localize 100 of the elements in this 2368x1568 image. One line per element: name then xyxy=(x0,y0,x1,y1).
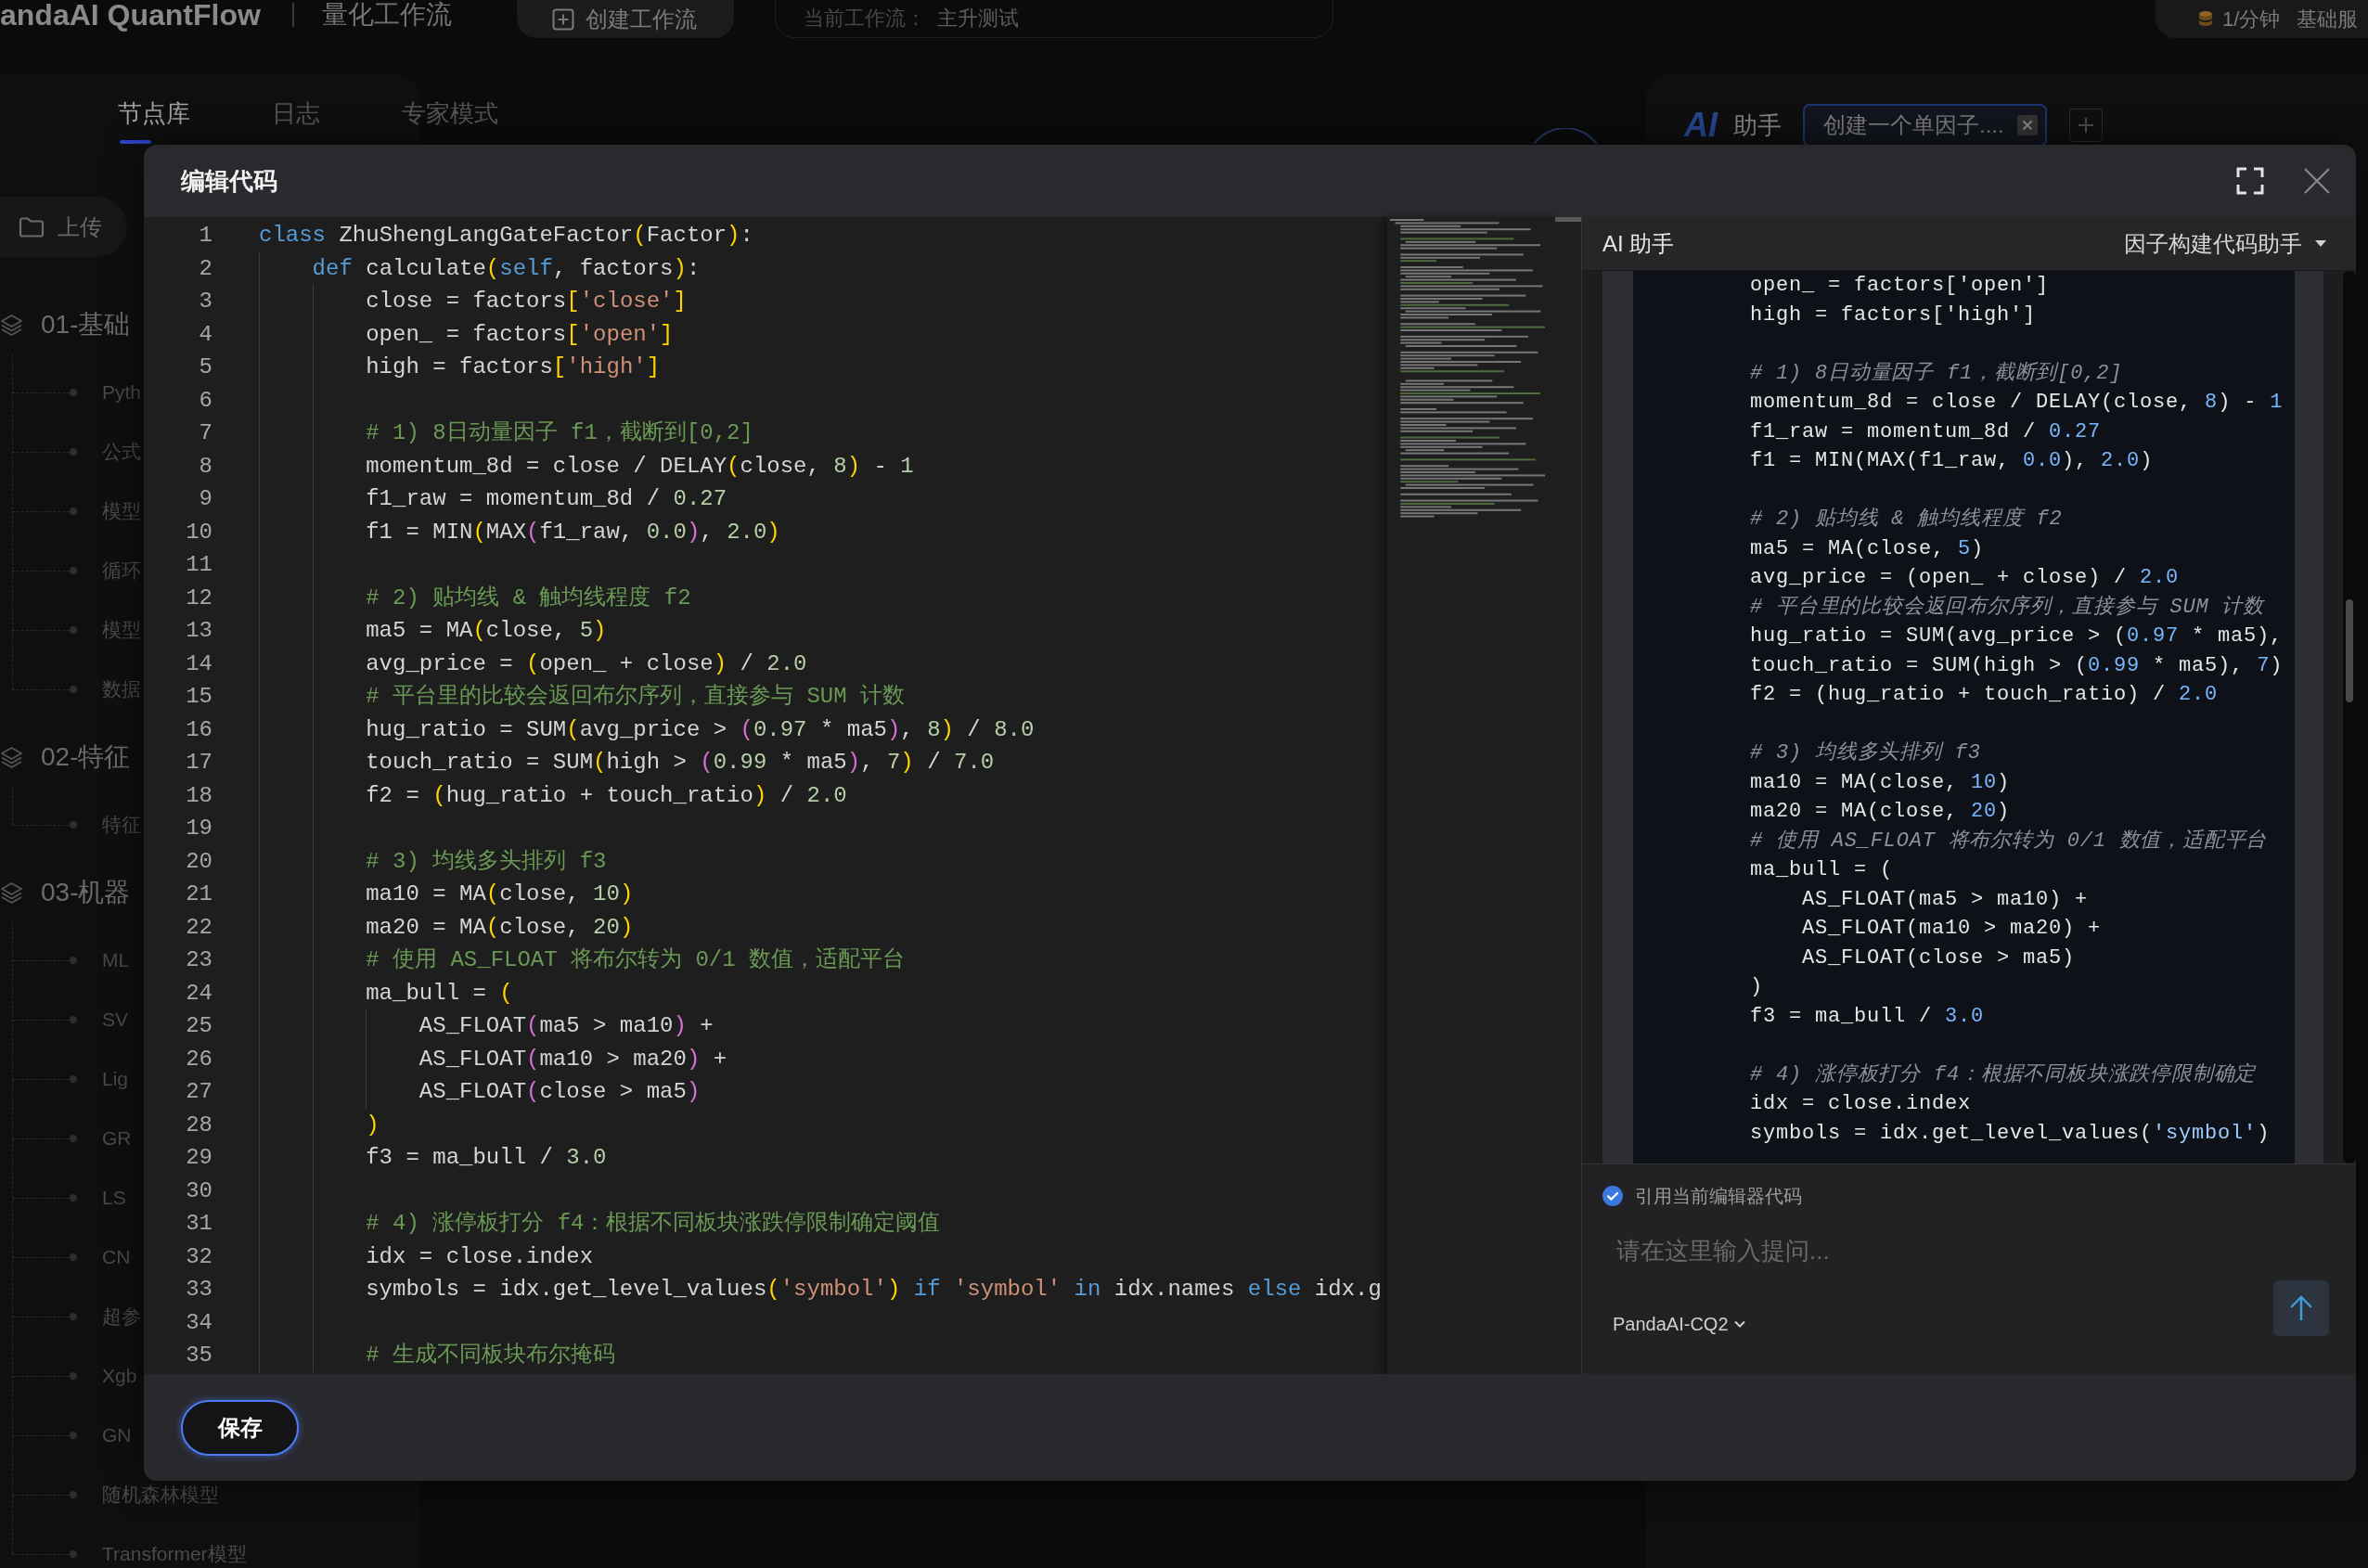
panel-tab[interactable]: 专家模式 xyxy=(402,75,498,151)
line-number: 20 xyxy=(185,847,212,876)
code-line: # 4) 涨停板打分 f4：根据不同板块涨跌停限制确定 xyxy=(1750,1061,2257,1088)
code-line: touch_ratio = SUM(high > (0.99 * ma5), 7) / 7.0 xyxy=(366,749,995,777)
code-line: # 3) 均线多头排列 f3 xyxy=(1750,740,1981,766)
line-number: 15 xyxy=(185,683,212,711)
node-group-item[interactable]: 02-特征 xyxy=(0,727,131,787)
code-line: ) xyxy=(366,1111,380,1139)
line-number: 13 xyxy=(185,617,212,645)
code-line: ma20 = MA(close, 20) xyxy=(366,913,634,942)
code-line: avg_price = (open_ + close) / 2.0 xyxy=(366,649,807,678)
question-input[interactable]: 请在这里输入提问... xyxy=(1602,1227,2329,1275)
code-line: class ZhuShengLangGateFactor(Factor): xyxy=(259,222,753,250)
node-item[interactable]: Transformer模型 xyxy=(70,1541,247,1567)
node-item[interactable]: ML xyxy=(70,949,130,971)
code-line: f3 = ma_bull / 3.0 xyxy=(366,1144,607,1172)
node-item[interactable]: GR xyxy=(70,1127,132,1150)
line-number: 24 xyxy=(185,979,212,1008)
chevron-down-icon xyxy=(1733,1320,1745,1328)
close-icon[interactable] xyxy=(2016,115,2038,135)
line-number: 33 xyxy=(185,1276,212,1304)
send-button[interactable] xyxy=(2273,1280,2329,1336)
code-line: high = factors['high'] xyxy=(366,353,661,381)
line-number: 21 xyxy=(185,880,212,908)
save-button[interactable]: 保存 xyxy=(181,1399,299,1456)
fullscreen-button[interactable] xyxy=(2236,167,2264,195)
line-number: 7 xyxy=(198,419,212,447)
panel-tab[interactable]: 日志 xyxy=(272,75,320,151)
folder-icon xyxy=(19,215,45,238)
code-line: ma10 = MA(close, 10) xyxy=(366,880,634,908)
node-group-item[interactable]: 03-机器 xyxy=(0,863,131,922)
code-line: # 2) 贴均线 & 触均线程度 f2 xyxy=(1750,506,2063,533)
code-line: # 使用 AS_FLOAT 将布尔转为 0/1 数值，适配平台 xyxy=(1750,828,2268,855)
code-line: f1 = MIN(MAX(f1_raw, 0.0), 2.0) xyxy=(366,518,780,546)
workflow-value: 主升测试 xyxy=(936,6,1019,32)
line-number: 16 xyxy=(185,715,212,744)
node-item[interactable]: SV xyxy=(70,1009,128,1031)
code-line: AS_FLOAT(close > ma5) xyxy=(1802,945,2076,971)
model-selector[interactable]: PandaAI-CQ2 xyxy=(1602,1312,1745,1336)
scrollbar-thumb[interactable] xyxy=(2346,599,2353,702)
line-number: 31 xyxy=(185,1210,212,1238)
plus-icon xyxy=(2077,117,2094,134)
code-line: def calculate(self, factors): xyxy=(312,254,701,283)
assistant-panel-title: AI 助手 xyxy=(1602,229,1675,258)
app-logo: andaAI QuantFlow xyxy=(0,0,261,30)
line-number: 10 xyxy=(185,518,212,546)
app-title: 量化工作流 xyxy=(321,0,452,30)
line-number: 35 xyxy=(185,1342,212,1369)
line-number: 11 xyxy=(185,551,212,579)
layers-icon xyxy=(0,313,23,337)
code-line: # 4) 涨停板打分 f4：根据不同板块涨跌停限制确定阈值 xyxy=(366,1210,941,1238)
panel-tab[interactable]: 节点库 xyxy=(118,75,190,151)
line-number: 28 xyxy=(185,1111,212,1139)
mode-dropdown[interactable]: 因子构建代码助手 xyxy=(2124,228,2326,259)
scrollbar-thumb[interactable] xyxy=(1555,217,1581,222)
line-number: 8 xyxy=(198,452,212,481)
assistant-title: 助手 xyxy=(1733,109,1782,141)
node-item[interactable]: CN xyxy=(70,1246,131,1268)
code-line: idx = close.index xyxy=(1750,1091,1972,1117)
code-line: high = factors['high'] xyxy=(1750,302,2037,328)
node-item[interactable]: GN xyxy=(70,1424,132,1446)
scrollbar-track[interactable] xyxy=(2343,271,2356,1163)
plan-text: 基础服 xyxy=(2297,6,2359,32)
workflow-field[interactable]: 当前工作流： 主升测试 xyxy=(774,0,1333,38)
code-line: idx = close.index xyxy=(366,1242,594,1271)
code-line: close = factors['close'] xyxy=(366,288,687,315)
code-line: AS_FLOAT(ma5 > ma10) + xyxy=(1802,886,2089,913)
line-number: 2 xyxy=(198,254,212,283)
node-item[interactable]: Xgb xyxy=(70,1365,137,1387)
quote-code-checkbox[interactable]: 引用当前编辑器代码 xyxy=(1602,1181,1802,1211)
chat-tab[interactable]: 创建一个单因子.... xyxy=(1803,104,2047,147)
node-item[interactable]: LS xyxy=(70,1187,126,1209)
code-line: momentum_8d = close / DELAY(close, 8) - 1 xyxy=(1750,390,2284,416)
node-item[interactable]: Pyth xyxy=(70,381,142,404)
node-group-item[interactable]: 01-基础 xyxy=(0,295,131,354)
line-number: 34 xyxy=(185,1308,212,1337)
code-line: f2 = (hug_ratio + touch_ratio) / 2.0 xyxy=(366,781,847,810)
upload-button[interactable]: 上传 xyxy=(0,197,127,257)
line-number: 5 xyxy=(198,353,212,381)
line-number: 17 xyxy=(185,749,212,777)
line-number: 1 xyxy=(198,222,212,250)
close-button[interactable] xyxy=(2303,167,2331,195)
code-line: ) xyxy=(1750,974,1764,1000)
code-line: f2 = (hug_ratio + touch_ratio) / 2.0 xyxy=(1750,682,2219,708)
fullscreen-icon xyxy=(2236,167,2264,195)
code-line: ma5 = MA(close, 5) xyxy=(366,617,607,645)
node-item[interactable]: Lig xyxy=(70,1068,129,1090)
code-line: avg_price = (open_ + close) / 2.0 xyxy=(1750,565,2180,591)
line-number: 29 xyxy=(185,1144,212,1172)
code-line: ma_bull = ( xyxy=(366,979,513,1008)
arrow-up-icon xyxy=(2289,1295,2313,1321)
assistant-logo: AI xyxy=(1684,106,1718,145)
create-workflow-button[interactable]: 创建工作流 xyxy=(516,0,734,38)
line-number: 25 xyxy=(185,1012,212,1040)
coins-icon xyxy=(2198,9,2213,29)
plus-square-icon xyxy=(551,7,574,31)
code-line: AS_FLOAT(ma10 > ma20) + xyxy=(418,1045,727,1073)
caret-icon xyxy=(2315,240,2326,247)
line-number: 23 xyxy=(185,946,212,974)
code-line: f1 = MIN(MAX(f1_raw, 0.0), 2.0) xyxy=(1750,448,2154,474)
